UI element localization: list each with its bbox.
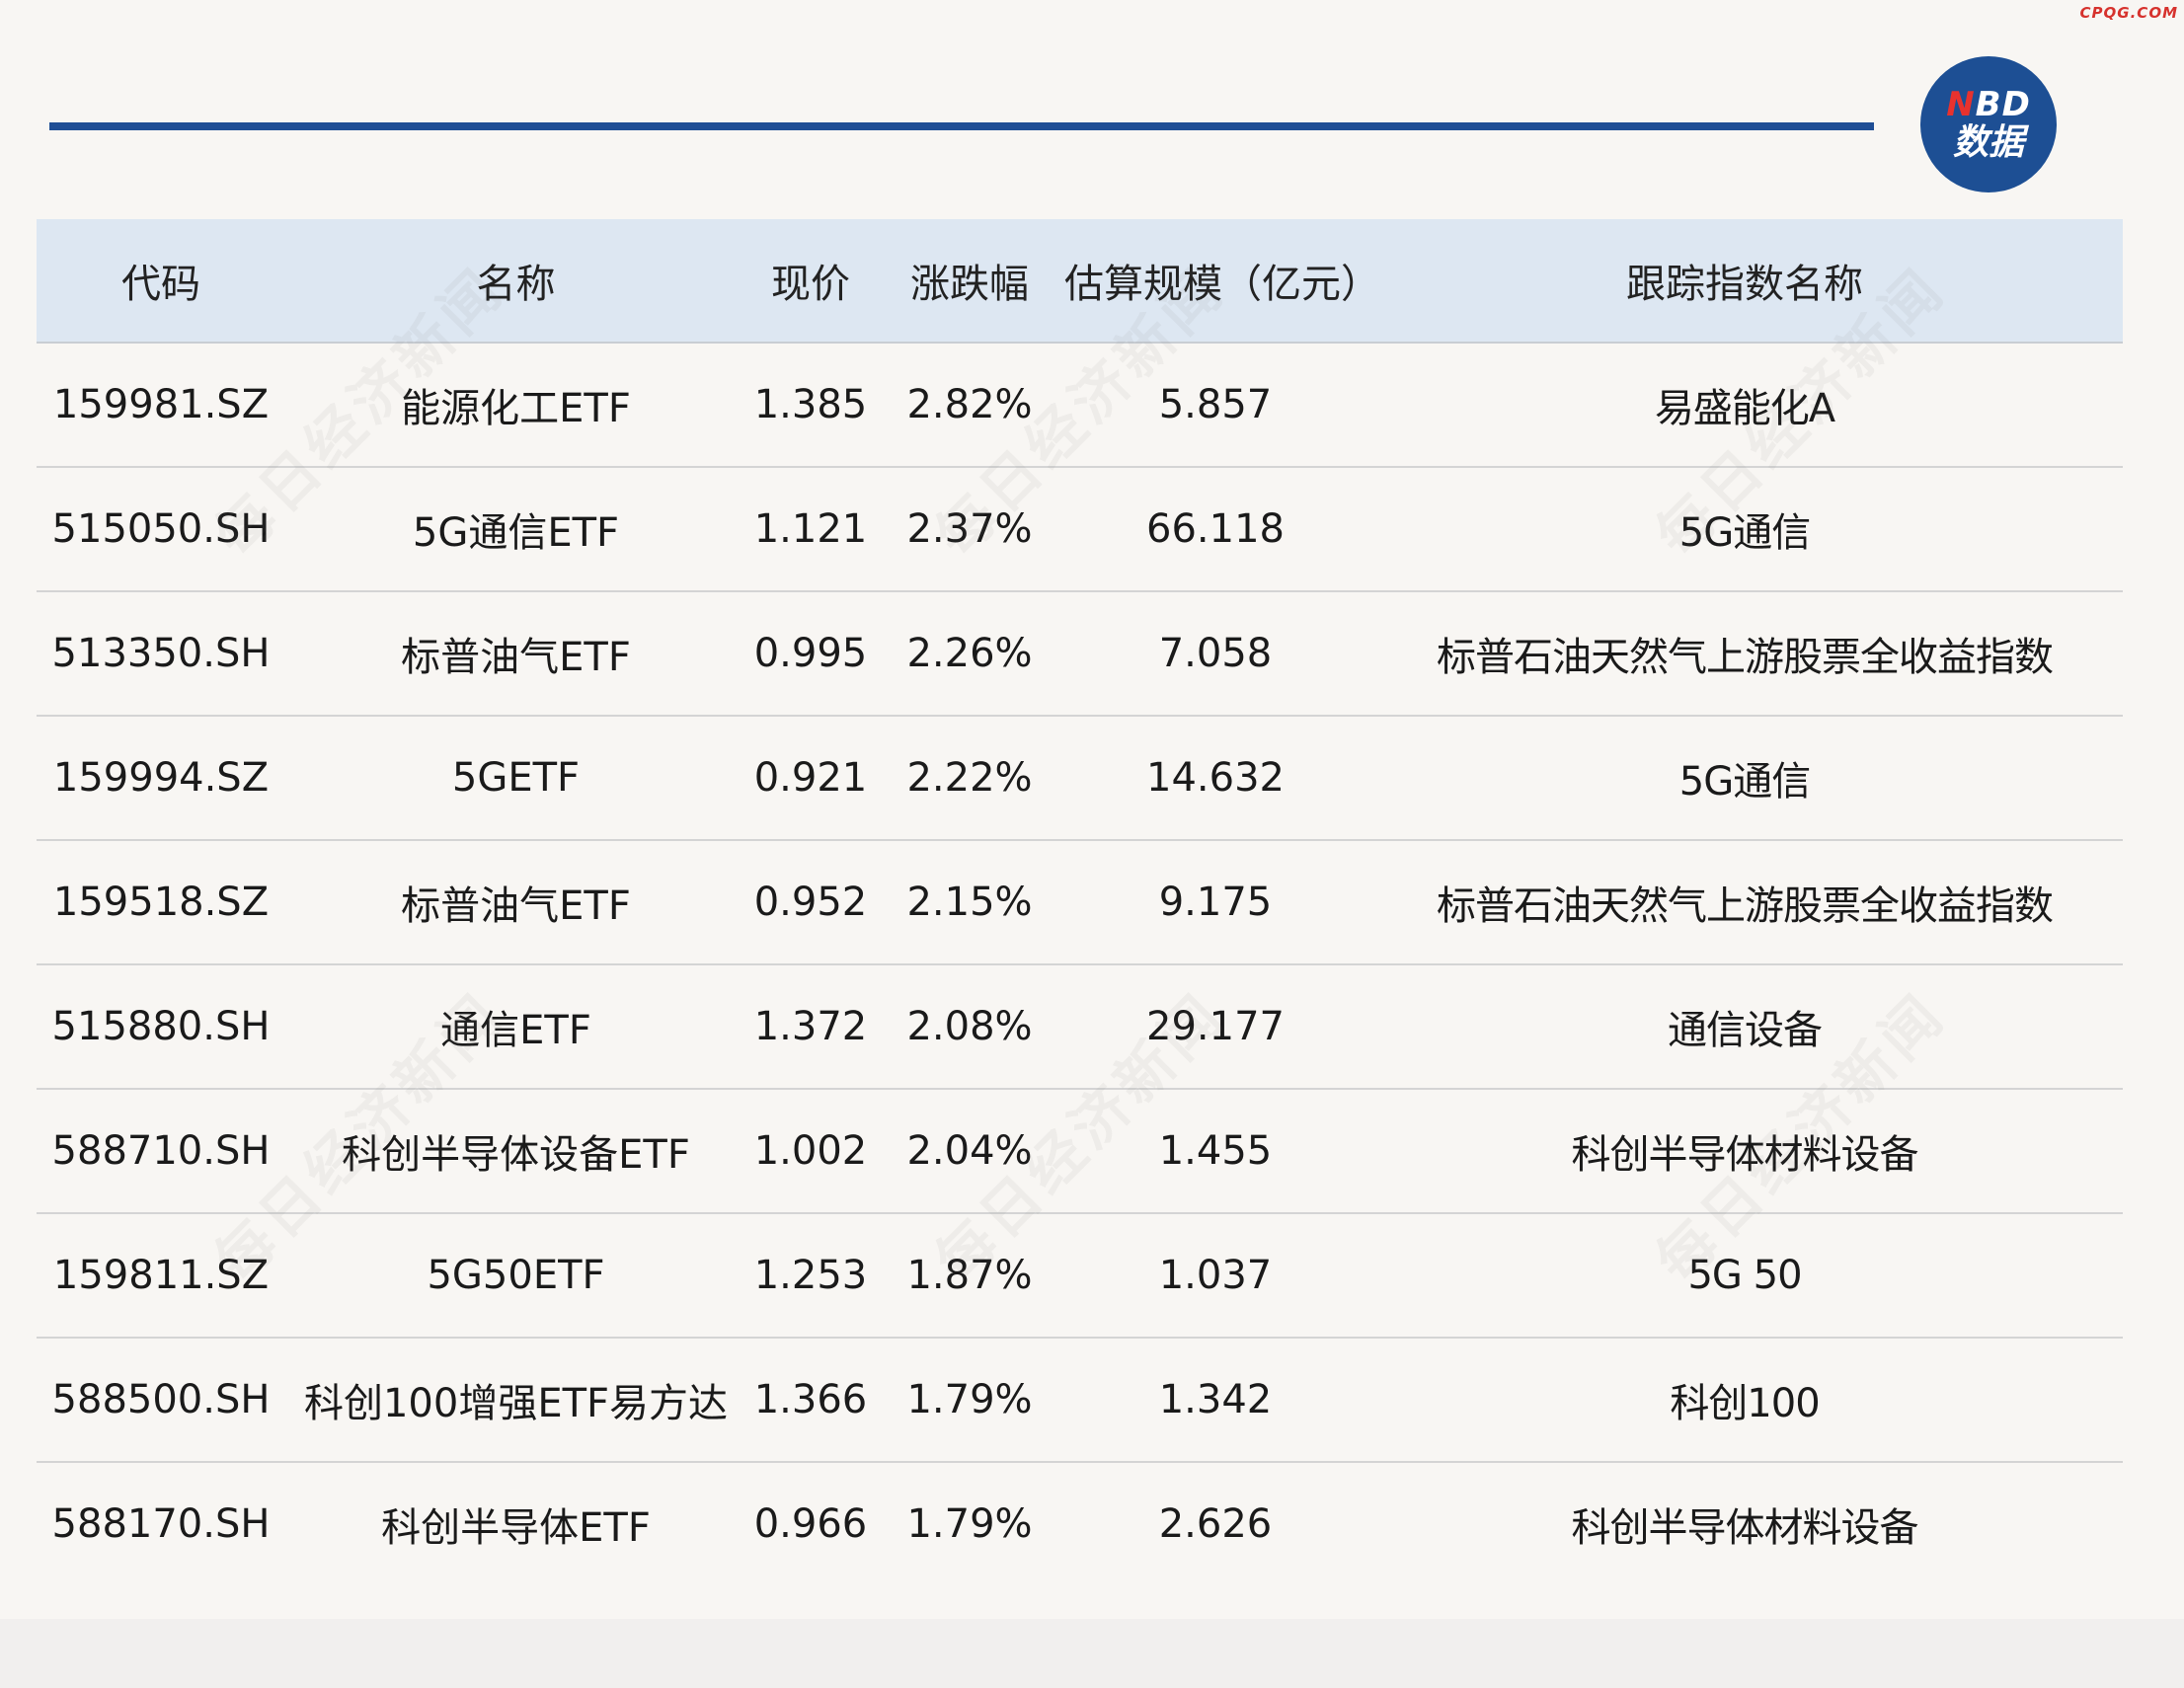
cell-price: 1.372 (746, 964, 875, 1090)
cell-index: 标普石油天然气上游股票全收益指数 (1366, 591, 2123, 717)
cell-name: 5G通信ETF (285, 467, 746, 592)
cell-name: 标普油气ETF (285, 840, 746, 965)
table-row: 588170.SH 科创半导体ETF 0.966 1.79% 2.626 科创半… (37, 1462, 2123, 1585)
cell-scale: 1.455 (1064, 1089, 1366, 1214)
cell-price: 1.121 (746, 467, 875, 592)
cell-code: 588170.SH (51, 1501, 271, 1547)
bottom-band (0, 1619, 2184, 1688)
table-row: 588710.SH 科创半导体设备ETF 1.002 2.04% 1.455 科… (37, 1089, 2123, 1214)
table-row: 159518.SZ 标普油气ETF 0.952 2.15% 9.175 标普石油… (37, 840, 2123, 965)
cell-change: 1.79% (875, 1338, 1064, 1463)
cell-name: 5G50ETF (285, 1213, 746, 1339)
logo-sub: 数据 (1952, 122, 2024, 163)
cell-scale: 14.632 (1064, 716, 1366, 841)
cell-scale: 7.058 (1064, 591, 1366, 717)
cell-price: 0.952 (746, 840, 875, 965)
cell-change: 1.79% (906, 1501, 1033, 1547)
table-row: 513350.SH 标普油气ETF 0.995 2.26% 7.058 标普石油… (37, 591, 2123, 717)
cell-change: 2.08% (875, 964, 1064, 1090)
table-row: 159981.SZ 能源化工ETF 1.385 2.82% 5.857 易盛能化… (37, 343, 2123, 468)
cell-scale: 1.342 (1064, 1338, 1366, 1463)
cell-index: 通信设备 (1366, 964, 2123, 1090)
cell-code: 515050.SH (37, 467, 285, 592)
cell-name: 标普油气ETF (285, 591, 746, 717)
cell-price: 0.966 (753, 1501, 868, 1547)
header-name: 名称 (285, 219, 746, 344)
logo-brand-rest: BD (1975, 85, 2031, 124)
cell-index: 5G通信 (1366, 716, 2123, 841)
cell-change: 2.15% (875, 840, 1064, 965)
etf-table: 代码 名称 现价 涨跌幅 估算规模（亿元） 跟踪指数名称 159981.SZ 能… (37, 219, 2123, 1585)
cell-name: 科创100增强ETF易方达 (285, 1338, 746, 1463)
header-scale: 估算规模（亿元） (1064, 219, 1380, 344)
cell-index: 5G通信 (1366, 467, 2123, 592)
cell-price: 0.921 (746, 716, 875, 841)
cell-name: 科创半导体设备ETF (285, 1089, 746, 1214)
cell-name: 能源化工ETF (285, 343, 746, 468)
table-row: 159811.SZ 5G50ETF 1.253 1.87% 1.037 5G 5… (37, 1213, 2123, 1339)
cell-price: 1.366 (746, 1338, 875, 1463)
cell-change: 2.37% (875, 467, 1064, 592)
cell-code: 159811.SZ (37, 1213, 285, 1339)
cell-scale: 1.037 (1064, 1213, 1366, 1339)
header-price: 现价 (746, 219, 875, 344)
table-header-row: 代码 名称 现价 涨跌幅 估算规模（亿元） 跟踪指数名称 (37, 219, 2123, 344)
cell-price: 1.385 (746, 343, 875, 468)
cell-name: 科创半导体ETF (381, 1505, 651, 1551)
header-code: 代码 (37, 219, 285, 344)
cell-scale: 9.175 (1064, 840, 1366, 965)
site-watermark: CPQG.COM (2079, 4, 2178, 22)
cell-change: 2.04% (875, 1089, 1064, 1214)
cell-code: 513350.SH (37, 591, 285, 717)
table-row: 588500.SH 科创100增强ETF易方达 1.366 1.79% 1.34… (37, 1338, 2123, 1463)
table-row: 159994.SZ 5GETF 0.921 2.22% 14.632 5G通信 (37, 716, 2123, 841)
table-row: 515880.SH 通信ETF 1.372 2.08% 29.177 通信设备 (37, 964, 2123, 1090)
logo-brand: NBD (1946, 88, 2031, 121)
cell-scale: 2.626 (1158, 1501, 1273, 1547)
cell-name: 5GETF (285, 716, 746, 841)
cell-code: 588710.SH (37, 1089, 285, 1214)
cell-code: 159518.SZ (37, 840, 285, 965)
cell-price: 1.002 (746, 1089, 875, 1214)
cell-change: 2.22% (875, 716, 1064, 841)
nbd-data-logo: NBD 数据 (1920, 56, 2057, 192)
cell-code: 159994.SZ (37, 716, 285, 841)
cell-scale: 29.177 (1064, 964, 1366, 1090)
header-index: 跟踪指数名称 (1366, 219, 2123, 344)
header-change: 涨跌幅 (875, 219, 1064, 344)
cell-code: 515880.SH (37, 964, 285, 1090)
cell-change: 2.26% (875, 591, 1064, 717)
cell-index: 科创100 (1366, 1338, 2123, 1463)
cell-scale: 5.857 (1064, 343, 1366, 468)
cell-index: 易盛能化A (1366, 343, 2123, 468)
cell-index: 科创半导体材料设备 (1366, 1089, 2123, 1214)
cell-scale: 66.118 (1064, 467, 1366, 592)
cell-price: 0.995 (746, 591, 875, 717)
logo-brand-n: N (1946, 85, 1976, 124)
cell-change: 1.87% (875, 1213, 1064, 1339)
cell-index: 5G 50 (1366, 1213, 2123, 1339)
cell-price: 1.253 (746, 1213, 875, 1339)
cell-index: 科创半导体材料设备 (1571, 1505, 1919, 1551)
header-rule (49, 122, 1874, 130)
table-row: 515050.SH 5G通信ETF 1.121 2.37% 66.118 5G通… (37, 467, 2123, 592)
cell-code: 588500.SH (37, 1338, 285, 1463)
cell-code: 159981.SZ (37, 343, 285, 468)
cell-index: 标普石油天然气上游股票全收益指数 (1366, 840, 2123, 965)
cell-name: 通信ETF (285, 964, 746, 1090)
cell-change: 2.82% (875, 343, 1064, 468)
